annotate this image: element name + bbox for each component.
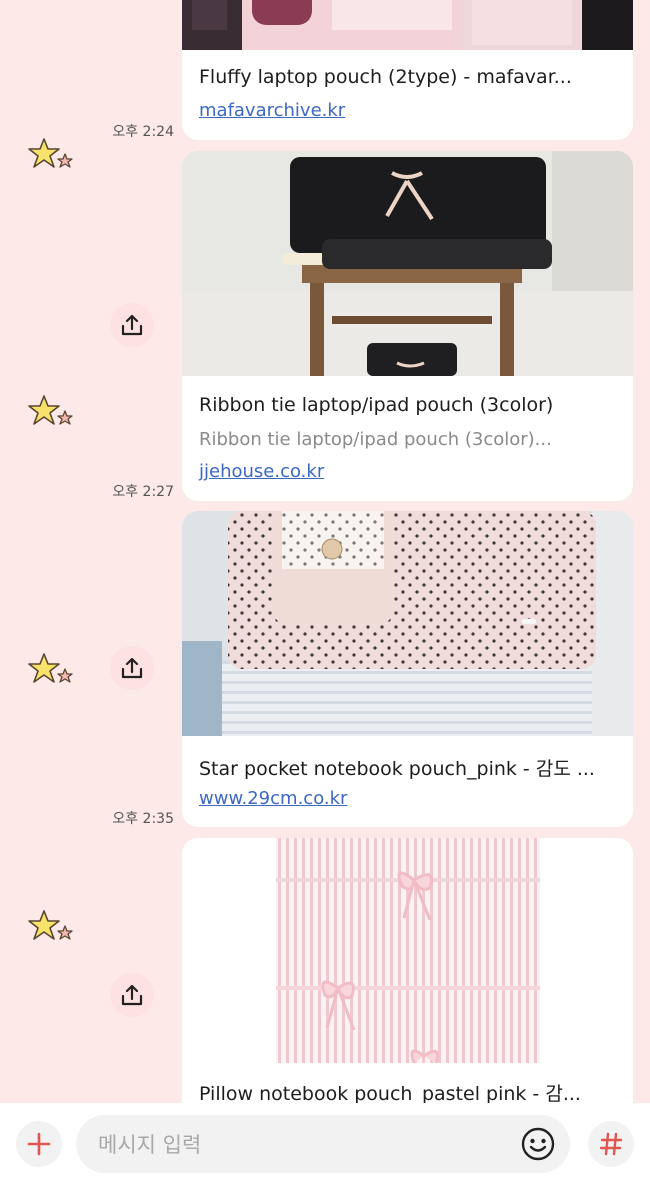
star-avatar-icon[interactable] <box>27 908 77 948</box>
attach-button[interactable] <box>16 1121 62 1167</box>
star-avatar-icon[interactable] <box>27 136 77 176</box>
link-preview-title: Ribbon tie laptop/ipad pouch (3color) <box>199 394 554 416</box>
link-preview-title: Pillow notebook pouch_pastel pink - 감... <box>199 1083 581 1103</box>
link-preview-title: Star pocket notebook pouch_pink - 감도 ... <box>199 758 595 780</box>
link-preview-url[interactable]: jjehouse.co.kr <box>199 461 324 482</box>
share-icon <box>121 314 143 336</box>
link-preview-title: Fluffy laptop pouch (2type) - mafavar... <box>199 66 572 88</box>
plus-icon <box>27 1132 51 1156</box>
star-avatar-icon[interactable] <box>27 393 77 433</box>
share-icon <box>121 984 143 1006</box>
hashtag-icon <box>599 1132 623 1156</box>
link-preview-description: Ribbon tie laptop/ipad pouch (3color)... <box>199 429 552 450</box>
message-time: 오후 2:24 <box>112 124 174 140</box>
link-preview-card[interactable]: Pillow notebook pouch_pastel pink - 감... <box>182 838 633 1103</box>
link-preview-image <box>182 151 633 376</box>
link-preview-image <box>182 0 633 50</box>
chat-area[interactable]: Fluffy laptop pouch (2type) - mafavar...… <box>0 0 650 1103</box>
emoji-icon <box>521 1127 555 1161</box>
link-preview-url[interactable]: mafavarchive.kr <box>199 100 345 121</box>
hashtag-button[interactable] <box>588 1121 634 1167</box>
message-input-wrapper <box>76 1115 570 1175</box>
message-input[interactable] <box>96 1115 510 1175</box>
message-time: 오후 2:27 <box>112 484 174 500</box>
share-button[interactable] <box>110 973 154 1017</box>
link-preview-image <box>182 838 633 1063</box>
link-preview-card[interactable]: Star pocket notebook pouch_pink - 감도 ...… <box>182 511 633 827</box>
link-preview-card[interactable]: Ribbon tie laptop/ipad pouch (3color) Ri… <box>182 151 633 501</box>
link-preview-image <box>182 511 633 736</box>
emoji-button[interactable] <box>520 1126 556 1162</box>
message-composer <box>0 1103 650 1199</box>
message-time: 오후 2:35 <box>112 811 174 827</box>
share-button[interactable] <box>110 646 154 690</box>
star-avatar-icon[interactable] <box>27 651 77 691</box>
link-preview-url[interactable]: www.29cm.co.kr <box>199 788 347 809</box>
share-icon <box>121 657 143 679</box>
share-button[interactable] <box>110 303 154 347</box>
link-preview-card[interactable]: Fluffy laptop pouch (2type) - mafavar...… <box>182 0 633 140</box>
